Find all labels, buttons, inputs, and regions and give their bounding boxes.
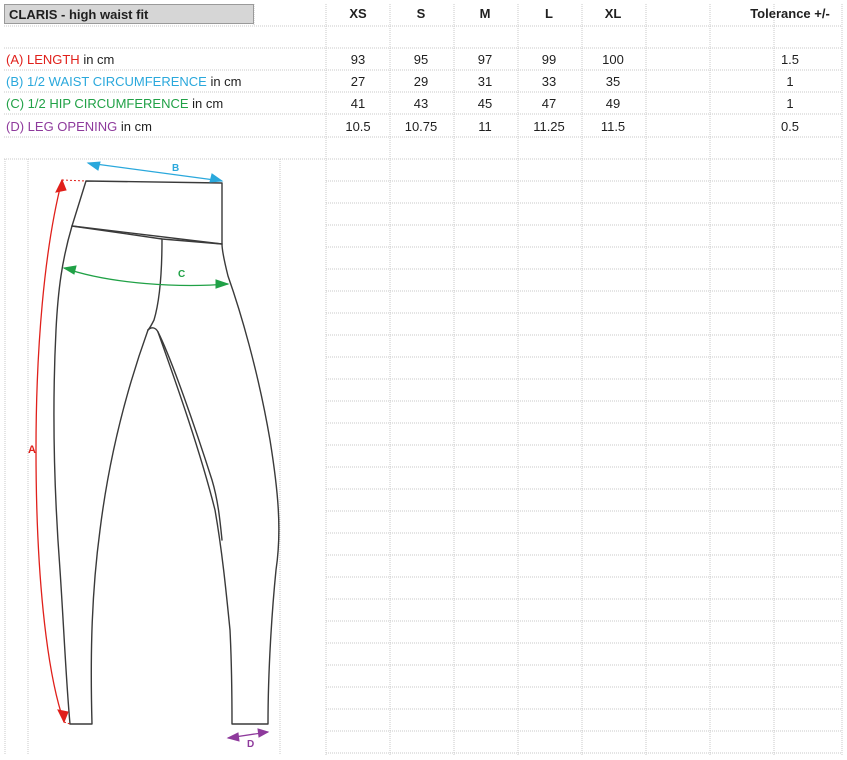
value-cell[interactable]: 29 (391, 71, 451, 93)
value-cell[interactable]: 31 (455, 71, 515, 93)
value-cell[interactable]: 97 (455, 49, 515, 71)
size-header-xs[interactable]: XS (328, 3, 388, 25)
value-cell[interactable]: 10.75 (391, 116, 451, 138)
label-c: C (178, 269, 185, 280)
value-cell[interactable]: 47 (519, 93, 579, 115)
row-label-waist[interactable]: (B) 1/2 WAIST CIRCUMFERENCE in cm (6, 71, 242, 93)
row-code: (B) (6, 74, 24, 89)
value-cell[interactable]: 43 (391, 93, 451, 115)
tolerance-cell[interactable]: 1 (735, 93, 845, 115)
row-label-length[interactable]: (A) LENGTH in cm (6, 49, 114, 71)
row-measure-name: LENGTH (26, 52, 80, 67)
row-code: (A) (6, 52, 24, 67)
value-cell[interactable]: 11.25 (519, 116, 579, 138)
value-cell[interactable]: 10.5 (328, 116, 388, 138)
size-header-l[interactable]: L (519, 3, 579, 25)
value-cell[interactable]: 45 (455, 93, 515, 115)
row-measure-name: 1/2 HIP CIRCUMFERENCE (27, 96, 189, 111)
row-label-leg-opening[interactable]: (D) LEG OPENING in cm (6, 116, 152, 138)
value-cell[interactable]: 33 (519, 71, 579, 93)
value-cell[interactable]: 49 (583, 93, 643, 115)
value-cell[interactable]: 41 (328, 93, 388, 115)
size-header-m[interactable]: M (455, 3, 515, 25)
tolerance-cell[interactable]: 1 (735, 71, 845, 93)
value-cell[interactable]: 11.5 (583, 116, 643, 138)
label-d: D (247, 739, 254, 750)
value-cell[interactable]: 99 (519, 49, 579, 71)
waist-arrow (86, 161, 224, 183)
sheet-title[interactable]: CLARIS - high waist fit (4, 4, 254, 24)
length-arrow (35, 178, 87, 725)
row-unit: in cm (79, 52, 115, 67)
label-a: A (28, 444, 36, 456)
row-unit: in cm (188, 96, 224, 111)
size-header-s[interactable]: S (391, 3, 451, 25)
leggings-outline (53, 180, 280, 725)
value-cell[interactable]: 27 (328, 71, 388, 93)
row-unit: in cm (206, 74, 242, 89)
leggings-diagram: A B C D (0, 150, 330, 755)
value-cell[interactable]: 100 (583, 49, 643, 71)
value-cell[interactable]: 95 (391, 49, 451, 71)
tolerance-cell[interactable]: 1.5 (735, 49, 845, 71)
value-cell[interactable]: 35 (583, 71, 643, 93)
row-measure-name: LEG OPENING (27, 119, 118, 134)
tolerance-cell[interactable]: 0.5 (735, 116, 845, 138)
label-b: B (172, 163, 179, 174)
row-measure-name: 1/2 WAIST CIRCUMFERENCE (26, 74, 207, 89)
hip-arrow (62, 265, 230, 289)
row-code: (C) (6, 96, 25, 111)
row-unit: in cm (117, 119, 152, 134)
tolerance-header[interactable]: Tolerance +/- (735, 3, 845, 25)
row-label-hip[interactable]: (C) 1/2 HIP CIRCUMFERENCE in cm (6, 93, 223, 115)
row-code: (D) (6, 119, 25, 134)
value-cell[interactable]: 11 (455, 116, 515, 138)
size-header-xl[interactable]: XL (583, 3, 643, 25)
value-cell[interactable]: 93 (328, 49, 388, 71)
